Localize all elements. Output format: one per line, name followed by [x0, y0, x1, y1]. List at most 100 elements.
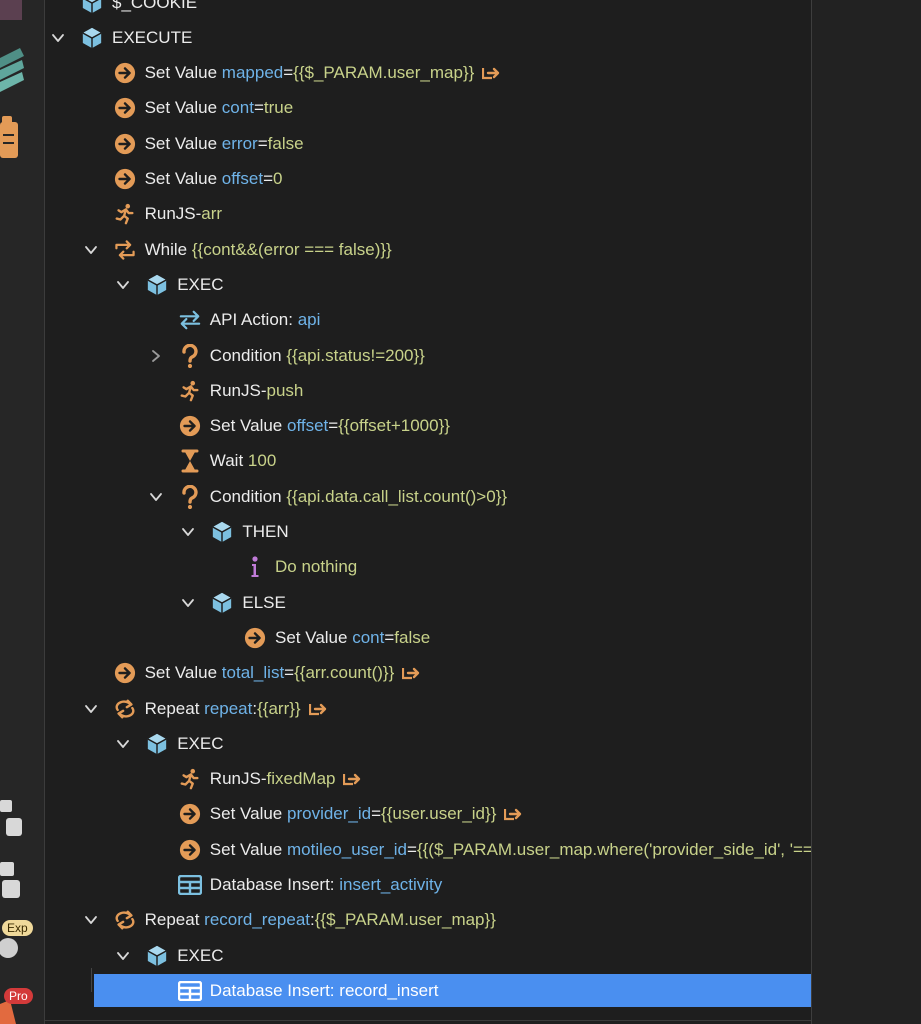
row-separator: = [384, 627, 395, 647]
row-keyword: Condition [209, 345, 282, 365]
goto-icon[interactable] [482, 65, 500, 81]
row-variable: api [297, 310, 321, 330]
tree-row-do-nothing[interactable]: Do nothing [45, 551, 357, 584]
tree-row-sv-total[interactable]: Set Value total_list = {{arr.count()}} [45, 657, 420, 690]
tree-row-else[interactable]: ELSE [45, 586, 286, 619]
row-separator: = [253, 98, 264, 118]
row-value: {{api.data.call_list.count()>0}} [286, 486, 508, 506]
exp-badge[interactable]: Exp [2, 920, 33, 936]
row-keyword: Wait [209, 451, 244, 471]
action-tree: $_COOKIE EXECUTE Set Value mapped = {{$_PA… [45, 0, 904, 1024]
arrow-right-circle-icon [178, 414, 202, 438]
runner-icon [113, 202, 137, 226]
chevron-down-icon[interactable] [180, 524, 196, 540]
row-keyword: Database Insert: [209, 980, 335, 1000]
table-icon [177, 979, 202, 1003]
row-variable: provider_id [287, 804, 372, 824]
chevron-down-icon[interactable] [148, 489, 164, 505]
row-value: false [267, 133, 304, 153]
tree-row-repeat-1[interactable]: Repeat repeat: {{arr}} [45, 692, 327, 725]
tree-bottom-divider [45, 1020, 811, 1021]
tree-row-runjs-arr[interactable]: RunJS - arr [45, 198, 222, 231]
pro-badge[interactable]: Pro [4, 988, 33, 1004]
row-keyword: Set Value [144, 169, 218, 188]
row-value: arr [201, 204, 223, 224]
tree-row-cookie[interactable]: $_COOKIE [45, 0, 197, 19]
tree-row-sv-provider[interactable]: Set Value provider_id = {{user.user_id}} [45, 798, 522, 831]
tree-row-wait[interactable]: Wait 100 [45, 445, 276, 478]
cube-icon [145, 273, 169, 297]
row-keyword: RunJS [209, 380, 261, 400]
tree-row-cond-2[interactable]: Condition {{api.data.call_list.count()>0… [45, 480, 507, 513]
tree-row-sv-cont[interactable]: Set Value cont = true [45, 92, 293, 125]
question-mark-icon [178, 484, 202, 509]
cube-icon [80, 0, 104, 15]
tree-row-db-activity[interactable]: Database Insert: insert_activity [45, 869, 442, 902]
tree-row-exec-2[interactable]: EXEC [45, 727, 223, 760]
row-variable: error [221, 133, 258, 153]
tree-row-sv-motileo[interactable]: Set Value motileo_user_id = {{($_PARAM.u… [45, 833, 816, 866]
goto-icon[interactable] [308, 701, 327, 717]
row-keyword: Set Value [209, 839, 283, 859]
tree-row-while[interactable]: While {{cont&&(error === false)}} [45, 233, 392, 266]
chevron-down-icon[interactable] [180, 595, 196, 611]
arrow-right-circle-icon [113, 167, 137, 191]
goto-icon[interactable] [504, 806, 522, 822]
tree-row-then[interactable]: THEN [45, 516, 289, 549]
tree-row-runjs-push[interactable]: RunJS - push [45, 374, 303, 407]
tree-row-exec-3[interactable]: EXEC [45, 939, 223, 972]
row-value: {{offset+1000}} [338, 416, 450, 436]
goto-icon[interactable] [402, 665, 420, 681]
right-panel [811, 0, 921, 1024]
tree-guide-line [91, 968, 92, 992]
chevron-down-icon[interactable] [83, 242, 99, 258]
tree-row-execute[interactable]: EXECUTE [45, 21, 192, 54]
goto-icon[interactable] [343, 771, 361, 787]
row-value: {{arr}} [257, 698, 301, 718]
row-value: false [394, 627, 431, 647]
row-value: 100 [247, 451, 277, 471]
chevron-down-icon[interactable] [115, 948, 131, 964]
tree-row-sv-mapped[interactable]: Set Value mapped = {{$_PARAM.user_map}} [45, 57, 500, 90]
row-value: {{cont&&(error === false)}} [191, 239, 392, 259]
runner-icon [178, 767, 202, 791]
tree-row-repeat-2[interactable]: Repeat record_repeat: {{$_PARAM.user_map… [45, 904, 496, 937]
tree-row-sv-cont2[interactable]: Set Value cont = false [45, 621, 430, 654]
row-keyword: Database Insert: [209, 875, 335, 894]
row-keyword: EXECUTE [112, 27, 193, 47]
row-value: 0 [273, 169, 283, 188]
chevron-down-icon[interactable] [115, 277, 131, 293]
tree-row-runjs-fixed[interactable]: RunJS - fixedMap [45, 763, 361, 796]
tree-row-exec-1[interactable]: EXEC [45, 268, 223, 301]
chevron-down-icon[interactable] [83, 912, 99, 928]
toolbar-icons [0, 0, 24, 1024]
row-keyword: API Action: [209, 310, 293, 330]
row-variable: motileo_user_id [287, 839, 408, 859]
row-separator: = [328, 416, 339, 436]
tree-row-cond-1[interactable]: Condition {{api.status!=200}} [45, 339, 425, 372]
chevron-down-icon[interactable] [115, 736, 131, 752]
chevron-down-icon[interactable] [50, 30, 66, 46]
tree-row-sv-offset2[interactable]: Set Value offset = {{offset+1000}} [45, 410, 450, 443]
tree-row-sv-offset[interactable]: Set Value offset = 0 [45, 163, 282, 196]
chevron-right-icon[interactable] [148, 348, 164, 364]
chevron-down-icon[interactable] [83, 701, 99, 717]
row-separator: = [257, 133, 268, 153]
tree-row-api[interactable]: API Action: api [45, 304, 320, 337]
tree-row-sv-error[interactable]: Set Value error = false [45, 127, 304, 160]
cube-icon [210, 591, 234, 615]
repeat-icon [113, 908, 137, 932]
tree-row-db-record[interactable]: Database Insert: record_insert [94, 974, 904, 1008]
